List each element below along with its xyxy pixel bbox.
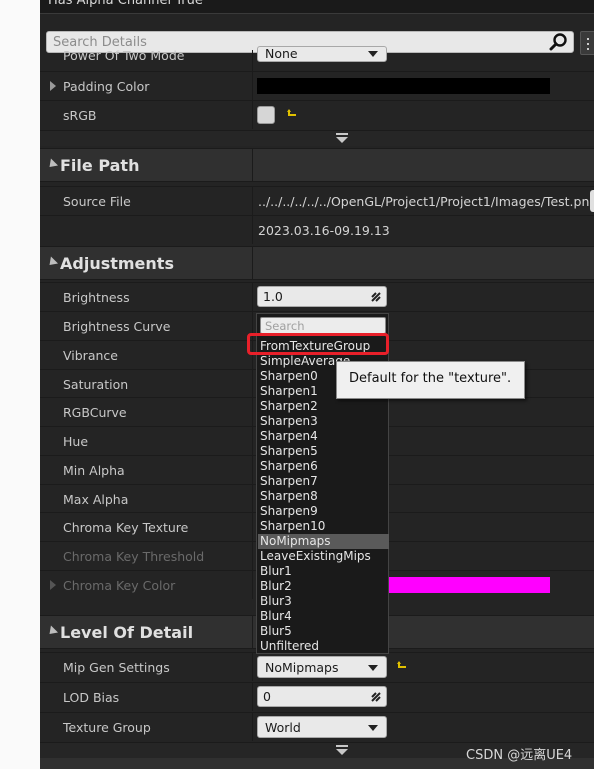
hue-label: Hue [63, 434, 89, 449]
timestamp-row: 2023.03.16-09.19.13 [40, 215, 594, 244]
expand-arrow-icon[interactable] [50, 81, 56, 91]
dropdown-option[interactable]: Sharpen2 [258, 399, 389, 414]
padding-color-swatch[interactable] [257, 78, 550, 94]
dropdown-option[interactable]: Sharpen7 [258, 474, 389, 489]
power-of-two-combo[interactable]: None [257, 46, 387, 62]
source-file-row: Source File ../../../../../../OpenGL/Pro… [40, 186, 594, 215]
collapse-caret-icon [45, 158, 59, 171]
lod-bias-row: LOD Bias 0 [40, 682, 594, 711]
srgb-label: sRGB [63, 108, 97, 123]
lod-bias-input[interactable]: 0 [257, 686, 387, 707]
vibrance-label: Vibrance [63, 348, 118, 363]
texture-group-label: Texture Group [63, 720, 151, 735]
drag-grip-icon[interactable] [371, 692, 381, 702]
chevron-down-icon [368, 51, 378, 57]
dropdown-search-box[interactable] [260, 317, 386, 334]
dropdown-option[interactable]: Sharpen3 [258, 414, 389, 429]
dropdown-option[interactable]: Blur4 [258, 609, 389, 624]
highlight-annotation [247, 333, 389, 355]
texture-group-value: World [265, 720, 301, 735]
source-file-label: Source File [63, 194, 131, 209]
reset-to-default-icon[interactable] [396, 660, 408, 672]
section-title: File Path [60, 156, 140, 175]
dropdown-option[interactable]: Sharpen8 [258, 489, 389, 504]
reset-to-default-icon[interactable] [286, 108, 298, 120]
expand-arrow-icon[interactable] [50, 580, 56, 590]
advanced-arrow-icon [336, 137, 348, 143]
power-of-two-label: Power Of Two Mode [63, 48, 185, 63]
chroma-key-color-label: Chroma Key Color [63, 578, 176, 593]
left-margin [0, 0, 40, 769]
dropdown-option[interactable]: NoMipmaps [258, 534, 389, 549]
dropdown-search-input[interactable] [261, 318, 385, 333]
dropdown-option[interactable]: Blur3 [258, 594, 389, 609]
dropdown-option[interactable]: Unfiltered [258, 639, 389, 654]
lod-bias-value: 0 [263, 689, 271, 704]
dropdown-option[interactable]: Sharpen6 [258, 459, 389, 474]
brightness-value: 1.0 [263, 289, 283, 304]
tooltip: Default for the "texture". [336, 361, 525, 399]
texture-group-row: Texture Group World [40, 712, 594, 741]
advanced-arrow-icon [336, 749, 348, 755]
window-title: Has Alpha Channel True [40, 0, 594, 14]
chevron-down-icon [368, 725, 378, 731]
section-adjustments[interactable]: Adjustments [40, 246, 594, 280]
saturation-label: Saturation [63, 377, 129, 392]
lod-bias-label: LOD Bias [63, 690, 120, 705]
expand-advanced-icon [336, 745, 348, 747]
chevron-down-icon [368, 665, 378, 671]
collapse-caret-icon [45, 625, 59, 638]
brightness-curve-label: Brightness Curve [63, 319, 171, 334]
brightness-label: Brightness [63, 290, 130, 305]
mip-gen-row: Mip Gen Settings NoMipmaps [40, 652, 594, 681]
drag-grip-icon[interactable] [371, 292, 381, 302]
watermark: CSDN @远离UE4 [466, 748, 573, 763]
dropdown-option[interactable]: Blur5 [258, 624, 389, 639]
mip-gen-value: NoMipmaps [265, 660, 339, 675]
dropdown-option[interactable]: Blur1 [258, 564, 389, 579]
advanced-expander[interactable] [40, 130, 594, 146]
chroma-key-threshold-label: Chroma Key Threshold [63, 549, 205, 564]
section-file-path[interactable]: File Path [40, 148, 594, 182]
dropdown-option[interactable]: Blur2 [258, 579, 389, 594]
chroma-key-texture-label: Chroma Key Texture [63, 520, 189, 535]
collapse-caret-icon [45, 256, 59, 269]
power-of-two-value: None [265, 46, 298, 61]
mip-gen-combo[interactable]: NoMipmaps [257, 656, 387, 678]
dropdown-option[interactable]: Sharpen9 [258, 504, 389, 519]
srgb-row: sRGB [40, 100, 594, 129]
dropdown-option[interactable]: Sharpen4 [258, 429, 389, 444]
search-icon[interactable] [549, 33, 569, 51]
srgb-checkbox[interactable] [257, 106, 275, 124]
source-file-path: ../../../../../../OpenGL/Project1/Projec… [258, 194, 594, 209]
min-alpha-label: Min Alpha [63, 463, 125, 478]
dropdown-option[interactable]: LeaveExistingMips [258, 549, 389, 564]
expand-advanced-icon [336, 133, 348, 135]
texture-group-combo[interactable]: World [257, 716, 387, 738]
max-alpha-label: Max Alpha [63, 492, 129, 507]
section-title: Adjustments [60, 254, 174, 273]
dropdown-option[interactable]: Sharpen5 [258, 444, 389, 459]
dropdown-option[interactable]: Sharpen10 [258, 519, 389, 534]
browse-button[interactable] [590, 190, 594, 212]
power-of-two-row: Power Of Two Mode None [40, 46, 594, 72]
section-title: Level Of Detail [60, 623, 194, 642]
padding-color-label: Padding Color [63, 79, 150, 94]
rgb-curve-label: RGBCurve [63, 405, 127, 420]
source-file-timestamp: 2023.03.16-09.19.13 [258, 223, 390, 238]
brightness-input[interactable]: 1.0 [257, 286, 387, 307]
brightness-row: Brightness 1.0 [40, 282, 594, 311]
padding-color-row: Padding Color [40, 71, 594, 100]
mip-gen-label: Mip Gen Settings [63, 660, 170, 675]
